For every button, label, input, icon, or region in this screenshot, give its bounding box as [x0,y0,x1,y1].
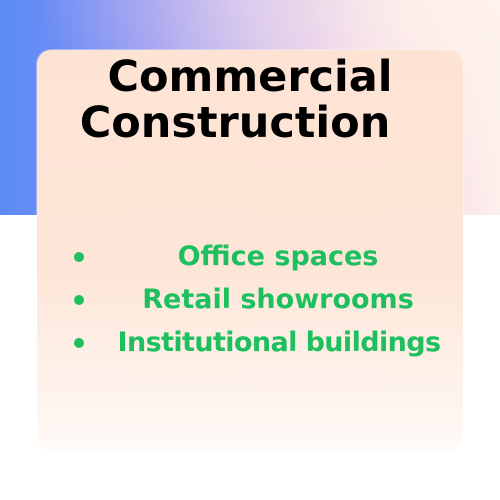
list-item-label: Office spaces [177,241,379,272]
bullet-dot-icon [74,295,84,305]
list-item-label: Institutional buildings [117,327,442,358]
bullet-dot-icon [74,338,84,348]
card-title-line-2: Construction [79,98,391,148]
card-title: Commercial Construction [37,54,463,146]
bullet-list: Office spaces Retail showrooms Instituti… [37,235,463,364]
card-title-line-1: Commercial [107,52,393,102]
list-item-label: Retail showrooms [142,284,414,315]
list-item: Retail showrooms [37,278,463,321]
list-item: Office spaces [37,235,463,278]
list-item: Institutional buildings [37,321,463,364]
bullet-dot-icon [74,252,84,262]
